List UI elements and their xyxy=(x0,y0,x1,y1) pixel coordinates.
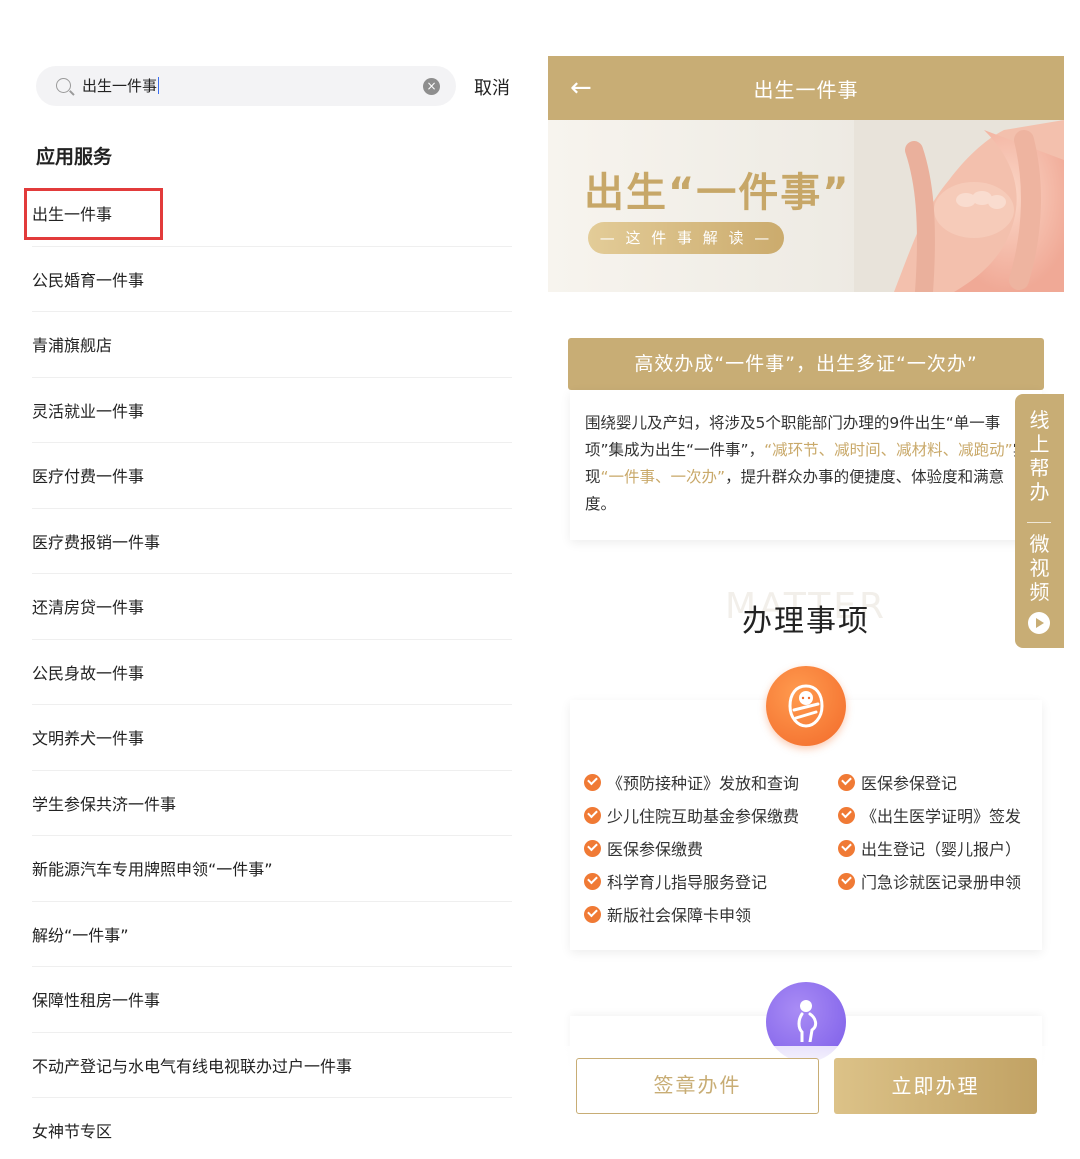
list-item: 出生登记（婴儿报户） xyxy=(838,836,1021,860)
swaddled-baby-icon xyxy=(788,684,824,728)
check-icon xyxy=(584,905,601,923)
check-icon xyxy=(584,806,601,824)
top-navigation-bar: ← 出生一件事 xyxy=(548,56,1064,120)
headline-banner: 高效办成“一件事”，出生多证“一次办” xyxy=(568,338,1044,390)
check-icon xyxy=(838,773,855,791)
check-icon xyxy=(838,806,855,824)
text-caret xyxy=(158,77,160,94)
result-item[interactable]: 还清房贷一件事 xyxy=(32,574,512,640)
list-item: 《出生医学证明》签发 xyxy=(838,803,1021,827)
result-item[interactable]: 灵活就业一件事 xyxy=(32,378,512,443)
cancel-button[interactable]: 取消 xyxy=(474,74,510,100)
result-item[interactable]: 保障性租房一件事 xyxy=(32,967,512,1033)
intro-card: 围绕婴儿及产妇，将涉及5个职能部门办理的9件出生“单一事项”集成为出生“一件事”… xyxy=(570,390,1042,540)
list-item: 医保参保缴费 xyxy=(584,836,703,860)
check-icon xyxy=(584,839,601,857)
sign-document-button[interactable]: 签章办件 xyxy=(576,1058,819,1114)
list-item: 科学育儿指导服务登记 xyxy=(584,869,767,893)
banner-interpretation-pill[interactable]: — 这 件 事 解 读 — xyxy=(588,222,784,254)
result-item[interactable]: 医疗付费一件事 xyxy=(32,443,512,509)
check-icon xyxy=(838,839,855,857)
banner-title: 出生“一件事” xyxy=(584,170,851,216)
result-item[interactable]: 学生参保共济一件事 xyxy=(32,771,512,836)
baby-category-badge xyxy=(766,666,846,746)
hands-photo xyxy=(854,120,1064,292)
list-item: 新版社会保障卡申领 xyxy=(584,902,751,926)
list-item: 少儿住院互助基金参保缴费 xyxy=(584,803,799,827)
result-list: 出生一件事 公民婚育一件事 青浦旗舰店 灵活就业一件事 医疗付费一件事 医疗费报… xyxy=(32,181,512,1159)
list-item: 医保参保登记 xyxy=(838,770,957,794)
check-icon xyxy=(584,773,601,791)
list-item: 《预防接种证》发放和查询 xyxy=(584,770,799,794)
search-icon xyxy=(56,78,71,93)
clear-icon[interactable]: × xyxy=(423,78,440,95)
result-item[interactable]: 医疗费报销一件事 xyxy=(32,509,512,574)
list-item: 门急诊就医记录册申领 xyxy=(838,869,1021,893)
search-results-panel: 出生一件事 × 取消 应用服务 出生一件事 公民婚育一件事 青浦旗舰店 灵活就业… xyxy=(0,0,530,1159)
search-input[interactable]: 出生一件事 × xyxy=(36,66,456,106)
result-item[interactable]: 新能源汽车专用牌照申领“一件事” xyxy=(32,836,512,902)
check-icon xyxy=(838,872,855,890)
page-title: 出生一件事 xyxy=(753,78,859,102)
check-icon xyxy=(584,872,601,890)
result-item[interactable]: 解纷“一件事” xyxy=(32,902,512,967)
search-input-value: 出生一件事 xyxy=(82,77,158,95)
result-item[interactable]: 不动产登记与水电气有线电视联办过户一件事 xyxy=(32,1033,512,1098)
section-title-items: 办理事项 xyxy=(742,604,870,639)
apply-now-button[interactable]: 立即办理 xyxy=(834,1058,1037,1114)
result-item[interactable]: 女神节专区 xyxy=(32,1098,512,1159)
pregnant-woman-icon xyxy=(797,1000,818,1042)
detail-page-panel: ← 出生一件事 出生“一件事” — 这 件 事 解 读 — 高效办成“一件事”，… xyxy=(548,56,1064,1159)
section-title-app-services: 应用服务 xyxy=(36,146,113,168)
side-divider xyxy=(1027,522,1051,523)
highlight-annotation-box xyxy=(24,188,163,240)
hero-banner: 出生“一件事” — 这 件 事 解 读 — xyxy=(548,120,1064,292)
result-item[interactable]: 公民身故一件事 xyxy=(32,640,512,705)
intro-text: 围绕婴儿及产妇，将涉及5个职能部门办理的9件出生“单一事项”集成为出生“一件事”… xyxy=(585,414,1028,513)
result-item[interactable]: 文明养犬一件事 xyxy=(32,705,512,771)
online-help-label: 线 上 帮 办 xyxy=(1029,408,1050,504)
result-item[interactable]: 公民婚育一件事 xyxy=(32,247,512,312)
result-item[interactable]: 青浦旗舰店 xyxy=(32,312,512,378)
